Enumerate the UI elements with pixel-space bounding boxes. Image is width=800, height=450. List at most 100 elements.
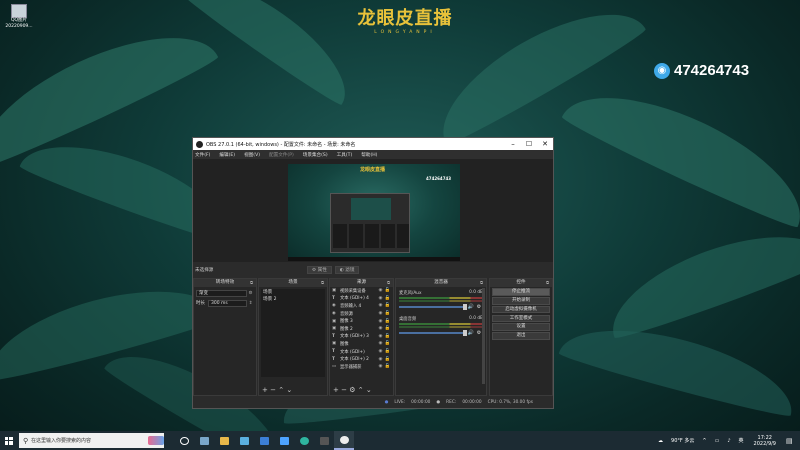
wechat-icon[interactable] [314, 431, 334, 450]
menu-tools[interactable]: 工具(T) [337, 152, 353, 158]
stop-streaming-button[interactable]: 停止推流 [492, 288, 550, 296]
add-source-icon[interactable]: + [333, 386, 339, 394]
transition-select[interactable]: 渐变 [196, 289, 247, 297]
dock-close-icon[interactable]: ⧉ [321, 279, 324, 287]
settings-button[interactable]: 设置 [492, 323, 550, 331]
source-item[interactable]: ▣ 图像 3 ◉ 🔓 [330, 317, 393, 325]
eye-icon[interactable]: ◉ [377, 341, 384, 346]
store-icon[interactable] [234, 431, 254, 450]
volume-slider[interactable] [399, 330, 467, 336]
source-item[interactable]: ▣ 图像 2 ◉ 🔓 [330, 325, 393, 333]
lock-icon[interactable]: 🔓 [384, 357, 391, 362]
preview-canvas[interactable]: 龙眼皮直播 474264743 [288, 164, 460, 261]
source-item[interactable]: ▭ 显示器捕获 ◉ 🔓 [330, 363, 393, 371]
task-view-button[interactable] [174, 431, 194, 450]
title-bar[interactable]: OBS 27.0.1 (64-bit, windows) - 配置文件: 未命名… [193, 138, 553, 150]
start-button[interactable] [0, 431, 17, 450]
file-explorer-icon[interactable] [214, 431, 234, 450]
exit-button[interactable]: 退出 [492, 332, 550, 340]
lock-icon[interactable]: 🔓 [384, 319, 391, 324]
source-item[interactable]: ◉ 音频源 ◉ 🔓 [330, 310, 393, 318]
eye-icon[interactable]: ◉ [377, 303, 384, 308]
source-settings-icon[interactable]: ⚙ [349, 386, 355, 394]
filters-button[interactable]: ◐ 滤镜 [334, 265, 360, 274]
start-virtual-camera-button[interactable]: 启动虚拟摄像机 [492, 305, 550, 314]
widgets-button[interactable] [194, 431, 214, 450]
mixer-scrollbar[interactable] [482, 288, 485, 384]
app-icon[interactable] [274, 431, 294, 450]
move-up-icon[interactable]: ⌃ [278, 386, 284, 394]
close-button[interactable]: ✕ [537, 140, 553, 148]
eye-icon[interactable]: ◉ [377, 364, 384, 369]
menu-scene-collection[interactable]: 场景集合(S) [303, 152, 328, 158]
eye-icon[interactable]: ◉ [377, 288, 384, 293]
dock-close-icon[interactable]: ⧉ [546, 279, 549, 287]
lock-icon[interactable]: 🔓 [384, 296, 391, 301]
scene-item[interactable]: 场景 2 [261, 296, 325, 303]
move-down-icon[interactable]: ⌄ [286, 386, 292, 394]
menu-view[interactable]: 视图(V) [244, 152, 260, 158]
eye-icon[interactable]: ◉ [377, 326, 384, 331]
dock-close-icon[interactable]: ⧉ [250, 279, 253, 287]
eye-icon[interactable]: ◉ [377, 319, 384, 324]
tray-chevron-icon[interactable]: ^ [702, 438, 706, 444]
maximize-button[interactable]: ☐ [521, 140, 537, 148]
volume-slider[interactable] [399, 304, 467, 310]
lock-icon[interactable]: 🔓 [384, 334, 391, 339]
menu-edit[interactable]: 编辑(E) [219, 152, 235, 158]
menu-help[interactable]: 帮助(H) [361, 152, 377, 158]
move-up-icon[interactable]: ⌃ [358, 386, 364, 394]
source-item[interactable]: T 文本 (GDI+) ◉ 🔓 [330, 348, 393, 356]
lock-icon[interactable]: 🔓 [384, 349, 391, 354]
source-item[interactable]: T 文本 (GDI+) 2 ◉ 🔓 [330, 355, 393, 363]
move-down-icon[interactable]: ⌄ [366, 386, 372, 394]
gear-icon[interactable]: ⚙ [247, 291, 254, 296]
weather-text[interactable]: 90°F 多云 [671, 437, 694, 444]
start-recording-button[interactable]: 开始录制 [492, 297, 550, 305]
eye-icon[interactable]: ◉ [377, 296, 384, 301]
dock-close-icon[interactable]: ⧉ [387, 279, 390, 287]
lock-icon[interactable]: 🔓 [384, 341, 391, 346]
source-item[interactable]: ◉ 音频输入 4 ◉ 🔓 [330, 302, 393, 310]
lock-icon[interactable]: 🔓 [384, 303, 391, 308]
menu-profile[interactable]: 配置文件(P) [269, 152, 294, 158]
speaker-icon[interactable]: 🔊 [467, 330, 475, 336]
ime-language[interactable]: 英 [739, 437, 744, 444]
eye-icon[interactable]: ◉ [377, 311, 384, 316]
studio-mode-button[interactable]: 工作室模式 [492, 314, 550, 323]
preview-area[interactable]: 龙眼皮直播 474264743 [193, 159, 553, 262]
eye-icon[interactable]: ◉ [377, 357, 384, 362]
duration-input[interactable]: 300 ms [208, 299, 247, 307]
nested-docks [333, 224, 409, 248]
lock-icon[interactable]: 🔓 [384, 364, 391, 369]
lock-icon[interactable]: 🔓 [384, 326, 391, 331]
spinner-icon[interactable]: ⇕ [247, 301, 254, 306]
speaker-icon[interactable]: 🔊 [467, 304, 475, 310]
remove-source-icon[interactable]: − [341, 386, 349, 394]
dock-close-icon[interactable]: ⧉ [480, 279, 483, 287]
eye-icon[interactable]: ◉ [377, 349, 384, 354]
lock-icon[interactable]: 🔓 [384, 288, 391, 293]
scene-item[interactable]: 场景 [261, 289, 325, 296]
add-scene-icon[interactable]: + [262, 386, 268, 394]
source-item[interactable]: T 文本 (GDI+) 4 ◉ 🔓 [330, 295, 393, 303]
volume-icon[interactable]: ♪ [727, 438, 730, 444]
source-item[interactable]: ▣ 视频采集设备 ◉ 🔓 [330, 287, 393, 295]
minimize-button[interactable]: – [505, 140, 521, 148]
network-icon[interactable]: ▭ [715, 438, 720, 444]
notification-icon[interactable]: ▤ [786, 437, 796, 445]
source-item[interactable]: ▣ 图像 ◉ 🔓 [330, 340, 393, 348]
menu-file[interactable]: 文件(F) [195, 152, 210, 158]
taskbar-search[interactable]: ⚲ 在这里输入你要搜索的内容 [19, 433, 164, 448]
properties-button[interactable]: ⚙ 属性 [307, 265, 332, 274]
lock-icon[interactable]: 🔓 [384, 311, 391, 316]
desktop-icon-qq-image[interactable]: QQ图片 20220909... [4, 4, 34, 30]
remove-scene-icon[interactable]: − [270, 386, 278, 394]
obs-taskbar-icon[interactable] [334, 431, 354, 450]
mixer-header: 混音器 ⧉ [396, 279, 486, 287]
clock[interactable]: 17:22 2022/9/9 [754, 435, 776, 447]
source-item[interactable]: T 文本 (GDI+) 3 ◉ 🔓 [330, 333, 393, 341]
mail-icon[interactable] [254, 431, 274, 450]
eye-icon[interactable]: ◉ [377, 334, 384, 339]
edge-icon[interactable] [294, 431, 314, 450]
